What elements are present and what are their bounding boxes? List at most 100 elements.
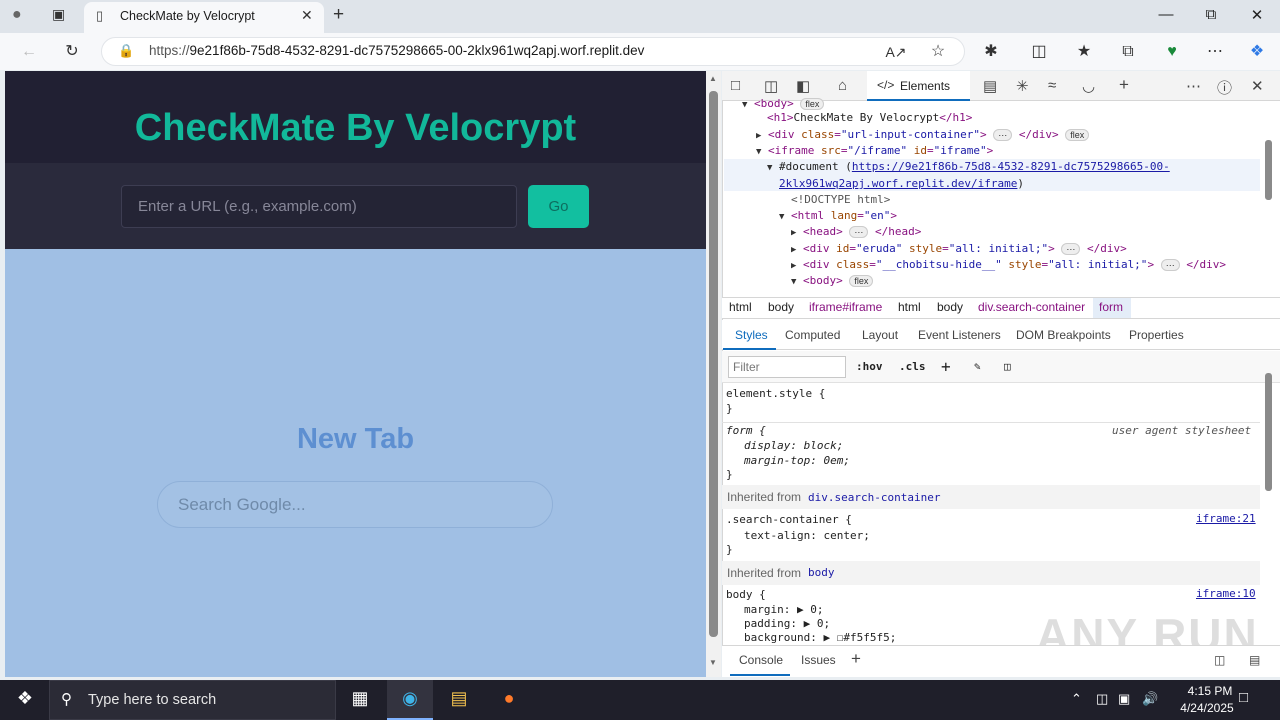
dom-node[interactable]: ▼ <iframe src="/iframe" id="iframe"> <box>756 143 993 159</box>
new-rule-icon[interactable]: + <box>941 357 951 376</box>
body-rule[interactable]: body { <box>726 587 766 602</box>
breadcrumb-item[interactable]: div.search-container <box>978 300 1085 314</box>
css-property[interactable]: margin: ▶ 0; <box>744 602 823 617</box>
url-text[interactable]: https://9e21f86b-75d8-4532-8291-dc757529… <box>149 43 644 58</box>
firefox-icon[interactable]: ● <box>497 688 521 712</box>
windows-start-icon[interactable]: ❖ <box>13 688 37 712</box>
search-container-rule[interactable]: .search-container { <box>726 512 852 527</box>
welcome-home-icon[interactable]: ⌂ <box>838 77 847 94</box>
split-screen-icon[interactable]: ◫ <box>1028 41 1050 63</box>
tab-event-listeners[interactable]: Event Listeners <box>918 328 1001 342</box>
dom-node[interactable]: ▼ <html lang="en"> <box>779 208 897 224</box>
network-wifi-icon[interactable]: ≈ <box>1048 77 1056 94</box>
inherited-selector[interactable]: div.search-container <box>808 491 940 504</box>
console-errors-icon[interactable]: ▤ <box>983 77 997 95</box>
inherited-selector[interactable]: body <box>808 566 835 579</box>
styles-scrollbar-thumb[interactable] <box>1265 373 1272 491</box>
minimize-icon[interactable]: — <box>1143 6 1189 23</box>
dom-node[interactable]: ▶ <div id="eruda" style="all: initial;"> … <box>791 241 1127 257</box>
taskbar-search-text[interactable]: Type here to search <box>88 692 216 708</box>
undock-drawer-icon[interactable]: ◫ <box>1214 653 1225 667</box>
google-search-input[interactable]: Search Google... <box>157 481 553 528</box>
restore-icon[interactable]: ⧉ <box>1188 6 1234 23</box>
dom-scrollbar-thumb[interactable] <box>1265 140 1272 200</box>
css-property[interactable]: display: block; <box>744 438 843 453</box>
tab-properties[interactable]: Properties <box>1129 328 1184 342</box>
inspect-icon[interactable]: □ <box>731 77 740 94</box>
breadcrumb-item[interactable]: html <box>729 300 752 314</box>
copilot-icon[interactable]: ❖ <box>1246 41 1268 63</box>
url-input[interactable]: Enter a URL (e.g., example.com) <box>121 185 517 228</box>
dom-node[interactable]: ▶ <div class="__chobitsu-hide__" style="a… <box>791 257 1226 273</box>
css-property[interactable]: text-align: center; <box>744 528 870 543</box>
collections-icon[interactable]: ⧉ <box>1117 41 1139 63</box>
favorites-icon[interactable]: ★ <box>1073 41 1095 63</box>
source-link[interactable]: iframe:10 <box>1196 587 1256 600</box>
scroll-up-icon[interactable]: ▲ <box>709 74 717 83</box>
tab-dom-breakpoints[interactable]: DOM Breakpoints <box>1016 328 1111 342</box>
sidebar-toggle-icon[interactable]: ◫ <box>1004 360 1011 373</box>
source-link[interactable]: iframe:21 <box>1196 512 1256 525</box>
window-close-icon[interactable]: ✕ <box>1234 6 1280 24</box>
dom-node-link[interactable]: 2klx961wq2apj.worf.replit.dev/iframe) <box>779 176 1024 192</box>
read-aloud-icon[interactable]: A↗ <box>885 41 907 63</box>
tab-layout[interactable]: Layout <box>862 328 898 342</box>
go-button[interactable]: Go <box>528 185 589 228</box>
tab-computed[interactable]: Computed <box>785 328 840 342</box>
breadcrumb-item[interactable]: body <box>937 300 963 314</box>
help-icon[interactable]: ⓘ <box>1217 77 1232 98</box>
page-scrollbar-thumb[interactable] <box>709 91 718 637</box>
dom-node[interactable]: ▼ <body> flex <box>791 273 874 289</box>
extensions-icon[interactable]: ✱ <box>980 41 1002 63</box>
devtools-more-icon[interactable]: ⋯ <box>1186 77 1201 95</box>
element-style-rule[interactable]: element.style { <box>726 386 825 401</box>
lock-icon[interactable]: 🔒 <box>118 43 134 59</box>
refresh-icon[interactable]: ↻ <box>61 41 83 63</box>
back-icon[interactable]: ← <box>18 41 40 63</box>
notifications-icon[interactable]: □ <box>1239 689 1248 706</box>
dom-node[interactable]: <!DOCTYPE html> <box>791 192 890 208</box>
edge-icon[interactable]: ◉ <box>398 688 422 712</box>
breadcrumb-item[interactable]: body <box>768 300 794 314</box>
volume-icon[interactable]: 🔊 <box>1142 691 1158 707</box>
close-tab-icon[interactable]: ✕ <box>301 7 313 24</box>
security-icon[interactable]: ◫ <box>1096 691 1108 707</box>
clock-date[interactable]: 4/24/2025 <box>1167 701 1247 715</box>
devtools-close-icon[interactable]: ✕ <box>1251 77 1264 95</box>
performance-icon[interactable]: ♥ <box>1161 41 1183 63</box>
styles-filter-input[interactable]: Filter <box>728 356 846 378</box>
tab-issues[interactable]: Issues <box>801 653 836 667</box>
tab-styles-label[interactable]: Styles <box>735 328 768 342</box>
add-drawer-tab-icon[interactable]: + <box>851 649 861 669</box>
paint-brush-icon[interactable]: ✎ <box>974 360 981 373</box>
tab-actions-icon[interactable]: ▣ <box>52 6 65 23</box>
cls-toggle[interactable]: .cls <box>899 360 926 373</box>
dom-node[interactable]: ▼ #document (https://9e21f86b-75d8-4532-8… <box>767 159 1170 175</box>
performance-gauge-icon[interactable]: ◡ <box>1082 77 1095 95</box>
new-tab-icon[interactable]: + <box>333 4 344 26</box>
device-toolbar-icon[interactable]: ◫ <box>764 77 778 95</box>
add-tool-icon[interactable]: + <box>1119 75 1129 95</box>
clock-time[interactable]: 4:15 PM <box>1175 684 1245 698</box>
css-property[interactable]: padding: ▶ 0; <box>744 616 830 631</box>
network-icon[interactable]: ▣ <box>1118 691 1130 707</box>
css-property[interactable]: margin-top: 0em; <box>744 453 850 468</box>
dom-node[interactable]: <h1>CheckMate By Velocrypt</h1> <box>767 110 972 126</box>
scroll-down-icon[interactable]: ▼ <box>709 658 717 667</box>
hov-toggle[interactable]: :hov <box>856 360 883 373</box>
breadcrumb-item[interactable]: iframe#iframe <box>809 300 882 314</box>
breadcrumb-item[interactable]: html <box>898 300 921 314</box>
file-explorer-icon[interactable]: ▤ <box>447 688 471 712</box>
bug-icon[interactable]: ✳ <box>1016 77 1029 95</box>
breadcrumb-item[interactable]: form <box>1099 300 1123 314</box>
dom-node[interactable]: ▶ <div class="url-input-container"> ⋯ </d… <box>756 127 1090 143</box>
form-rule-selector[interactable]: form { <box>726 423 766 438</box>
tab-console-label[interactable]: Console <box>739 653 783 667</box>
css-property[interactable]: background: ▶ ☐#f5f5f5; <box>744 630 896 645</box>
dock-icon[interactable]: ◧ <box>796 77 810 95</box>
expand-drawer-icon[interactable]: ▤ <box>1249 653 1260 667</box>
dom-node[interactable]: ▶ <head> ⋯ </head> <box>791 224 921 240</box>
favorite-star-icon[interactable]: ☆ <box>927 41 949 63</box>
profile-icon[interactable]: ● <box>12 6 22 24</box>
more-menu-icon[interactable]: ⋯ <box>1204 41 1226 63</box>
